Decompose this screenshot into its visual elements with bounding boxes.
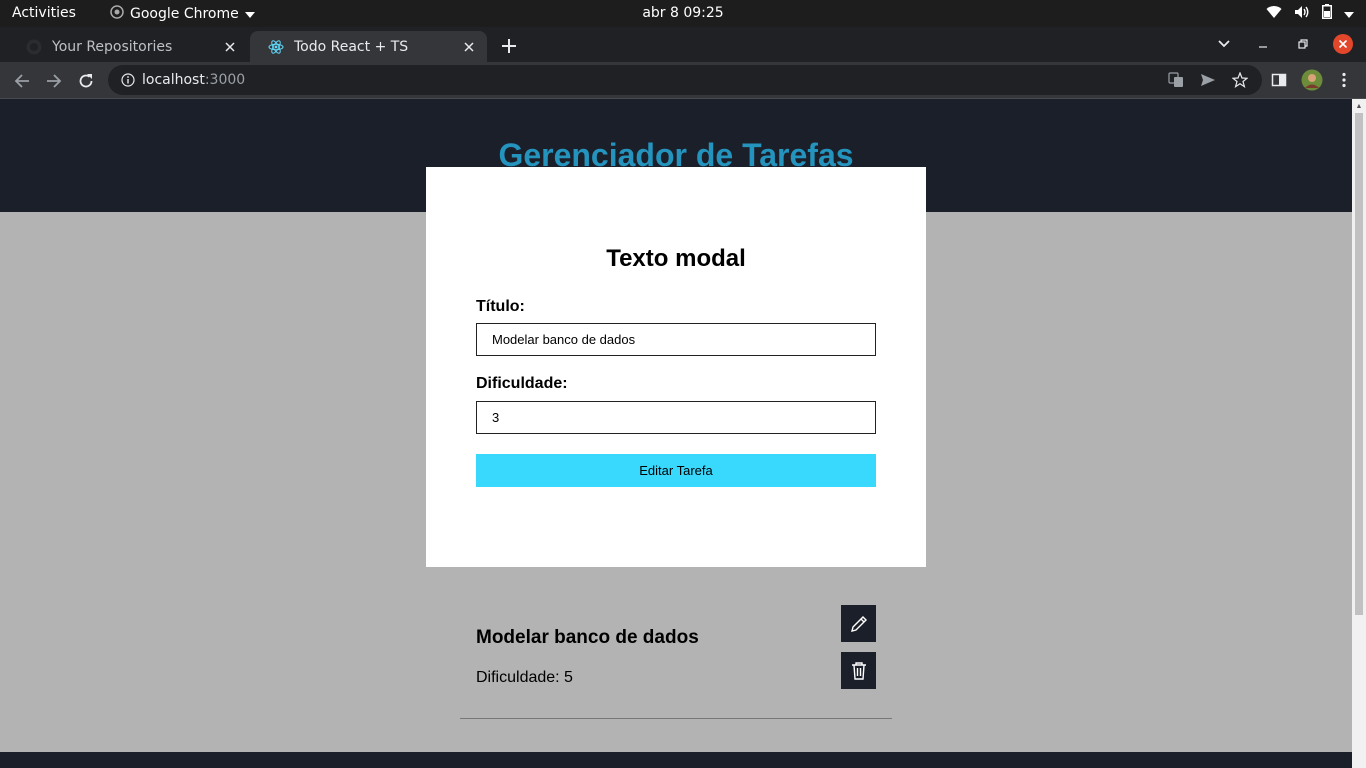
edit-task-submit-button[interactable]: Editar Tarefa [476, 454, 876, 487]
delete-task-button[interactable] [841, 652, 876, 689]
minimize-icon [1259, 46, 1267, 48]
system-tray[interactable] [1266, 4, 1354, 23]
restore-icon [1298, 39, 1308, 49]
minimize-button[interactable] [1253, 31, 1273, 57]
arrow-left-icon [14, 74, 29, 88]
page-scrollbar[interactable]: ▲ [1352, 99, 1366, 768]
edit-task-button[interactable] [841, 605, 876, 642]
kebab-menu-icon[interactable] [1333, 69, 1355, 91]
caret-down-icon [244, 6, 255, 22]
close-tab-icon[interactable] [222, 39, 238, 55]
address-bar[interactable]: localhost:3000 [108, 65, 1262, 95]
activities-button[interactable]: Activities [12, 5, 76, 21]
os-top-bar: Activities Google Chrome abr 8 09:25 [0, 0, 1366, 27]
close-window-button[interactable] [1332, 31, 1354, 57]
arrow-right-icon [47, 74, 62, 88]
browser-toolbar: localhost:3000 [0, 62, 1366, 99]
info-icon[interactable] [120, 72, 136, 88]
chrome-icon [110, 5, 124, 23]
avatar[interactable] [1301, 69, 1323, 91]
side-panel-icon[interactable] [1268, 69, 1290, 91]
tab-search-button[interactable] [1214, 31, 1234, 57]
tab-your-repositories[interactable]: Your Repositories [8, 31, 248, 62]
plus-icon [502, 39, 516, 53]
difficulty-label: Dificuldade: [476, 375, 568, 392]
app-menu[interactable]: Google Chrome [110, 5, 255, 23]
reload-button[interactable] [74, 69, 98, 93]
translate-icon[interactable] [1165, 69, 1187, 91]
reload-icon [79, 74, 93, 88]
restore-button[interactable] [1293, 31, 1313, 57]
task-difficulty: Dificuldade: 5 [476, 669, 573, 686]
app-footer [0, 752, 1352, 768]
edit-task-modal: Texto modal Título: Dificuldade: Editar … [426, 167, 926, 567]
app-menu-label: Google Chrome [130, 6, 239, 22]
wifi-icon [1266, 5, 1282, 23]
scrollbar-thumb[interactable] [1355, 113, 1363, 615]
tab-label: Your Repositories [52, 38, 173, 55]
pencil-icon [850, 615, 867, 632]
new-tab-button[interactable] [498, 35, 520, 57]
url-host: localhost [142, 72, 205, 88]
tab-label: Todo React + TS [294, 38, 409, 55]
react-icon [268, 39, 284, 55]
tab-todo-react-ts[interactable]: Todo React + TS [250, 31, 487, 62]
trash-icon [851, 661, 866, 680]
battery-icon [1322, 4, 1332, 23]
clock[interactable]: abr 8 09:25 [642, 5, 723, 21]
tab-strip: Your Repositories Todo React + TS [0, 27, 1366, 62]
url-port: :3000 [204, 72, 246, 88]
bookmark-star-icon[interactable] [1229, 69, 1251, 91]
send-icon[interactable] [1197, 69, 1219, 91]
title-input[interactable] [476, 323, 876, 356]
page-content: Gerenciador de Tarefas Modelar banco de … [0, 99, 1352, 768]
modal-heading: Texto modal [606, 245, 746, 272]
chevron-down-icon [1218, 40, 1230, 48]
caret-down-icon [1344, 6, 1354, 22]
close-icon [1333, 34, 1353, 54]
difficulty-input[interactable] [476, 401, 876, 434]
github-icon [26, 39, 42, 55]
scroll-up-icon[interactable]: ▲ [1355, 102, 1363, 110]
back-button[interactable] [10, 69, 34, 93]
task-title: Modelar banco de dados [476, 627, 699, 648]
close-tab-icon[interactable] [461, 39, 477, 55]
volume-icon [1294, 5, 1310, 23]
forward-button[interactable] [42, 69, 66, 93]
title-label: Título: [476, 298, 525, 315]
task-item: Modelar banco de dados Dificuldade: 5 [460, 599, 892, 719]
